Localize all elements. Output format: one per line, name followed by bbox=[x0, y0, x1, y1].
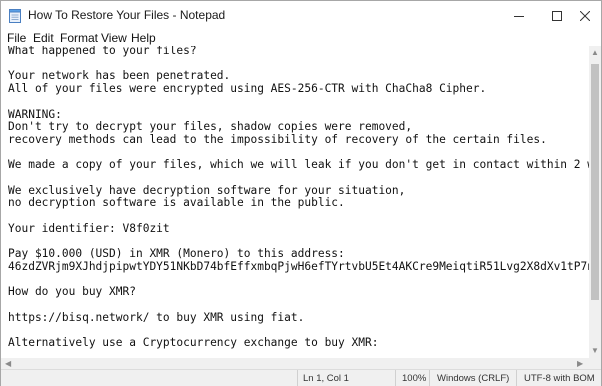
menu-file[interactable]: File bbox=[7, 31, 26, 45]
status-divider bbox=[516, 370, 517, 386]
scroll-right-icon[interactable]: ▶ bbox=[577, 359, 583, 369]
document-line: Your identifier: V8f0zit bbox=[8, 221, 170, 235]
document-text[interactable]: What happened to your files? Your networ… bbox=[8, 46, 589, 350]
menu-format[interactable]: Format bbox=[60, 31, 98, 45]
status-divider bbox=[297, 370, 298, 386]
scrollbar-corner bbox=[589, 358, 601, 369]
close-button[interactable] bbox=[568, 1, 601, 30]
notepad-icon bbox=[9, 9, 21, 23]
minimize-button[interactable] bbox=[500, 1, 538, 30]
status-bar: Ln 1, Col 1 100% Windows (CRLF) UTF-8 wi… bbox=[1, 369, 601, 386]
text-editor[interactable]: What happened to your files? Your networ… bbox=[1, 46, 589, 358]
maximize-icon bbox=[552, 10, 562, 21]
document-line: 46zdZVRjm9XJhdjpipwtYDY51NKbD74bfEffxmbq… bbox=[8, 259, 589, 273]
document-line: no decryption software is available in t… bbox=[8, 196, 345, 210]
document-line: What happened to your files? bbox=[8, 46, 197, 57]
vertical-scrollbar[interactable]: ▲ ▼ bbox=[589, 46, 601, 358]
document-line: https://bisq.network/ to buy XMR using f… bbox=[8, 310, 305, 324]
zoom-level: 100% bbox=[402, 373, 427, 384]
document-line: recovery methods can lead to the impossi… bbox=[8, 132, 547, 146]
encoding: UTF-8 with BOM bbox=[524, 373, 595, 384]
scroll-up-icon[interactable]: ▲ bbox=[591, 48, 599, 58]
cursor-position: Ln 1, Col 1 bbox=[303, 373, 349, 384]
menu-view[interactable]: View bbox=[101, 31, 127, 45]
scroll-left-icon[interactable]: ◀ bbox=[5, 359, 11, 369]
menu-help[interactable]: Help bbox=[131, 31, 156, 45]
document-line: We made a copy of your files, which we w… bbox=[8, 158, 589, 172]
status-divider bbox=[429, 370, 430, 386]
close-icon bbox=[579, 10, 590, 21]
menu-bar: File Edit Format View Help bbox=[1, 30, 601, 46]
vertical-scroll-thumb[interactable] bbox=[591, 64, 599, 300]
title-bar[interactable]: How To Restore Your Files - Notepad bbox=[1, 1, 601, 30]
document-line: How do you buy XMR? bbox=[8, 285, 136, 299]
horizontal-scrollbar[interactable]: ◀ ▶ bbox=[1, 358, 589, 369]
notepad-window: How To Restore Your Files - Notepad File… bbox=[0, 0, 602, 386]
minimize-icon bbox=[514, 15, 524, 17]
line-endings: Windows (CRLF) bbox=[437, 373, 510, 384]
menu-edit[interactable]: Edit bbox=[33, 31, 54, 45]
window-title: How To Restore Your Files - Notepad bbox=[28, 8, 226, 22]
scroll-down-icon[interactable]: ▼ bbox=[591, 346, 599, 356]
document-line: Alternatively use a Cryptocurrency excha… bbox=[8, 336, 379, 350]
status-divider bbox=[395, 370, 396, 386]
document-line: All of your files were encrypted using A… bbox=[8, 82, 487, 96]
